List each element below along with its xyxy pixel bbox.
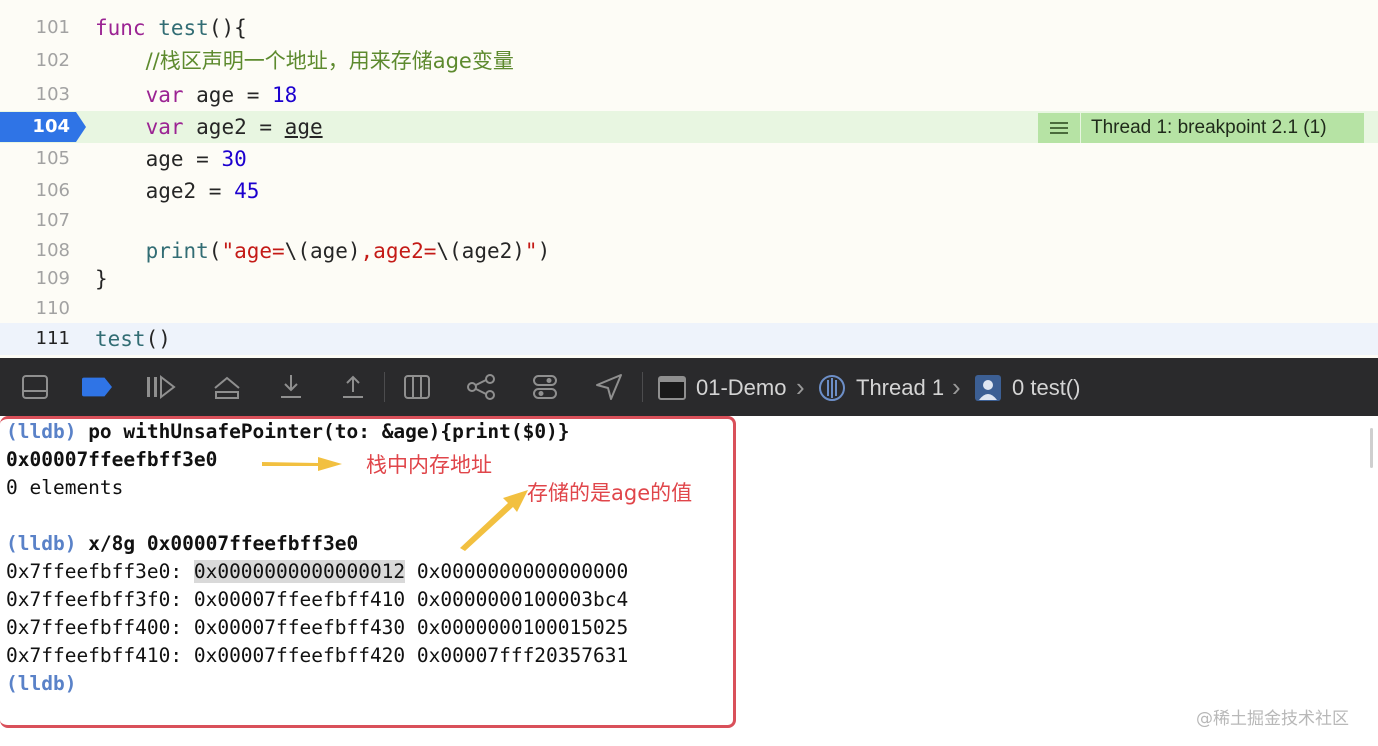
console-line: 0x7ffeefbff3e0: 0x0000000000000012 0x000… (6, 560, 629, 583)
line-number: 103 (35, 84, 70, 105)
line-number: 102 (35, 50, 70, 71)
debug-toolbar: 01-Demo › Thread 1 › 0 test() (0, 358, 1378, 416)
annotation-note: 栈中内存地址 (366, 453, 492, 477)
breadcrumb-frame[interactable]: 0 test() (974, 374, 1080, 402)
code-text: //栈区声明一个地址，用来存储age变量 (145, 49, 514, 73)
breakpoint-annotation[interactable]: Thread 1: breakpoint 2.1 (1) (1038, 113, 1364, 143)
console-line: 0x7ffeefbff410: 0x00007ffeefbff420 0x000… (6, 644, 629, 667)
breadcrumb-process[interactable]: 01-Demo (658, 374, 786, 402)
line-number: 109 (35, 268, 70, 289)
chevron-right-icon: › (952, 372, 961, 402)
code-line[interactable]: 106 age2 = 45 (0, 175, 1378, 207)
code-line[interactable]: 101 func test(){ (0, 12, 1378, 44)
breakpoint-line-number: 104 (32, 116, 70, 137)
memory-graph-icon[interactable] (466, 372, 496, 402)
code-line[interactable]: 107 (0, 205, 1378, 237)
lldb-console[interactable]: (lldb) po withUnsafePointer(to: &age){pr… (0, 416, 1378, 746)
toolbar-divider (642, 372, 643, 402)
code-text: func test(){ (95, 16, 247, 40)
console-line: 0x00007ffeefbff3e0 (6, 448, 218, 471)
breadcrumb-label: 01-Demo (696, 375, 787, 400)
location-simulate-icon[interactable] (594, 372, 624, 402)
line-number: 107 (35, 210, 70, 231)
code-text: var age2 = age (145, 115, 323, 139)
breakpoint-label: Thread 1: breakpoint 2.1 (1) (1091, 117, 1327, 138)
continue-icon[interactable] (146, 372, 176, 402)
source-editor[interactable]: 101 func test(){102 //栈区声明一个地址，用来存储age变量 1… (0, 0, 1378, 358)
line-number: 106 (35, 180, 70, 201)
annotation-note: 存储的是age的值 (527, 481, 693, 505)
code-line[interactable]: 103 var age = 18 (0, 79, 1378, 111)
hide-debug-area-icon[interactable] (20, 372, 50, 402)
line-number: 111 (35, 328, 70, 349)
code-line[interactable]: 102 //栈区声明一个地址，用来存储age变量 (0, 45, 1378, 77)
toolbar-divider (384, 372, 385, 402)
line-number: 105 (35, 148, 70, 169)
scrollbar[interactable] (1370, 428, 1373, 468)
line-number: 110 (35, 298, 70, 319)
step-over-icon[interactable] (212, 372, 242, 402)
code-line[interactable]: 109} (0, 263, 1378, 295)
console-line: 0 elements (6, 476, 124, 499)
code-text: } (95, 267, 108, 291)
code-text: age = 30 (95, 147, 247, 171)
code-line[interactable]: 110 (0, 293, 1378, 325)
breadcrumb-label: 0 test() (1012, 375, 1081, 400)
environment-overrides-icon[interactable] (530, 372, 560, 402)
step-out-icon[interactable] (338, 372, 368, 402)
breakpoints-toggle-icon[interactable] (82, 372, 112, 402)
console-line: (lldb) x/8g 0x00007ffeefbff3e0 (6, 532, 359, 555)
list-icon[interactable] (1038, 113, 1081, 143)
code-text: var age = 18 (145, 83, 298, 107)
console-line: 0x7ffeefbff3f0: 0x00007ffeefbff410 0x000… (6, 588, 629, 611)
code-text: age2 = 45 (95, 179, 260, 203)
view-hierarchy-icon[interactable] (402, 372, 432, 402)
line-number: 101 (35, 17, 70, 38)
step-into-icon[interactable] (276, 372, 306, 402)
console-line: 0x7ffeefbff400: 0x00007ffeefbff430 0x000… (6, 616, 629, 639)
breadcrumb-label: Thread 1 (856, 375, 945, 400)
code-line[interactable]: 105 age = 30 (0, 143, 1378, 175)
chevron-right-icon: › (796, 372, 805, 402)
watermark: @稀土掘金技术社区 (1196, 709, 1349, 729)
console-line: (lldb) po withUnsafePointer(to: &age){pr… (6, 420, 570, 443)
terminal-app-icon (658, 376, 686, 400)
console-line: (lldb) (6, 672, 77, 695)
breadcrumb-thread[interactable]: Thread 1 (818, 374, 944, 402)
code-text: test() (95, 327, 171, 351)
user-frame-icon (974, 374, 1002, 402)
code-line[interactable]: 111 test() (0, 323, 1378, 355)
thread-icon (818, 374, 846, 402)
